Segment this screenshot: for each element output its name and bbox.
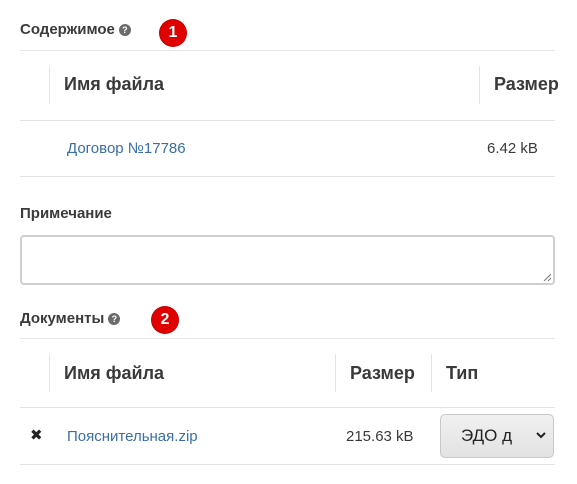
question-circle-icon[interactable]: ?: [118, 23, 131, 36]
divider: [20, 464, 555, 465]
note-textarea[interactable]: [20, 235, 555, 285]
file-size: 215.63 kB: [346, 428, 414, 445]
note-label-text: Примечание: [20, 205, 112, 222]
divider: [20, 50, 555, 51]
column-header-filename: Имя файла: [64, 74, 165, 94]
column-header-size: Размер: [350, 363, 415, 383]
step-badge-1: 1: [160, 20, 186, 46]
note-label: Примечание: [20, 205, 112, 222]
chevron-down-icon: [536, 432, 546, 439]
divider: [20, 120, 555, 121]
column-separator: [431, 354, 432, 392]
question-circle-icon[interactable]: ?: [108, 312, 121, 325]
file-link[interactable]: Пояснительная.zip: [67, 428, 198, 445]
content-section-title: Содержимое ?: [20, 21, 131, 38]
divider: [20, 338, 555, 339]
column-separator: [49, 66, 50, 104]
file-size: 6.42 kB: [487, 140, 538, 157]
column-header-type: Тип: [446, 363, 479, 383]
divider: [20, 407, 555, 408]
content-section-title-text: Содержимое: [20, 21, 115, 38]
column-separator: [479, 66, 480, 104]
step-badge-2: 2: [152, 307, 178, 333]
document-type-value: ЭДО д: [461, 426, 513, 445]
column-header-filename: Имя файла: [64, 363, 165, 383]
documents-section-title: Документы ?: [20, 310, 121, 327]
column-separator: [49, 354, 50, 392]
resize-grip-icon[interactable]: [543, 273, 551, 281]
documents-section-title-text: Документы: [20, 310, 105, 327]
column-header-size: Размер: [494, 74, 559, 94]
close-icon[interactable]: ✖: [30, 428, 43, 443]
divider: [20, 176, 555, 177]
file-link[interactable]: Договор №17786: [67, 140, 186, 157]
column-separator: [335, 354, 336, 392]
document-type-select[interactable]: ЭДО д: [440, 414, 554, 458]
